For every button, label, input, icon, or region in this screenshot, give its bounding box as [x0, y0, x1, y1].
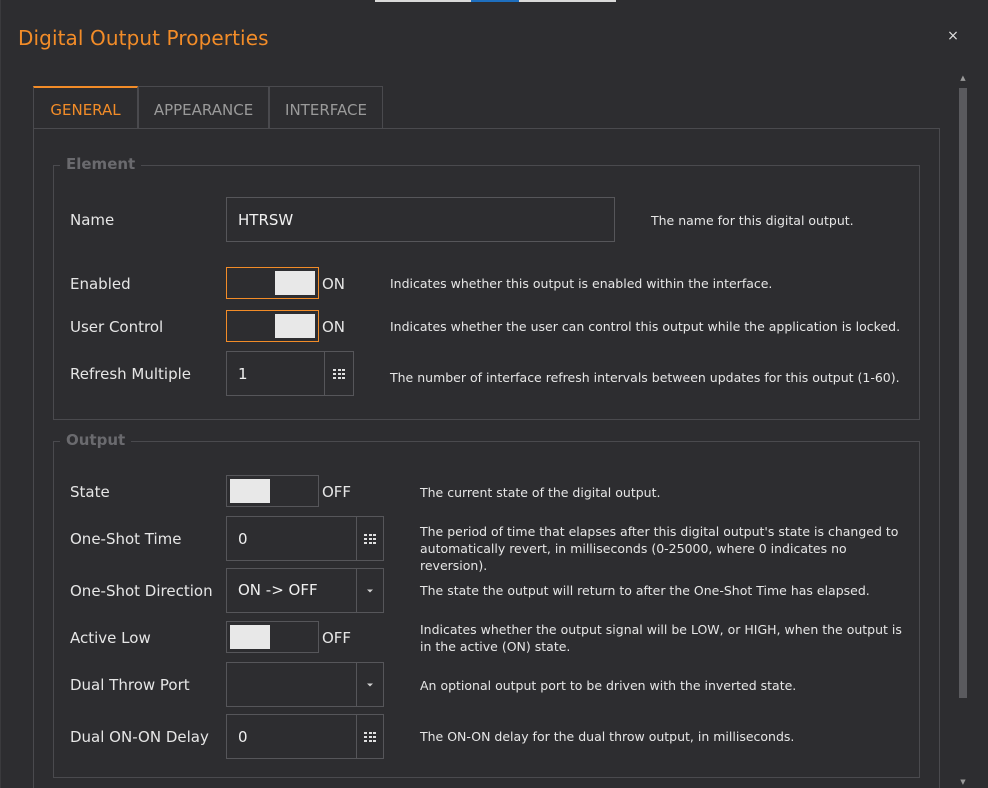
- name-input[interactable]: [226, 197, 615, 242]
- dual-on-on-delay-description: The ON-ON delay for the dual throw outpu…: [420, 729, 795, 744]
- scroll-up-arrow-icon[interactable]: ▲: [957, 72, 969, 84]
- close-icon[interactable]: ×: [944, 26, 962, 46]
- tab-general[interactable]: GENERAL: [33, 86, 138, 129]
- state-label: State: [70, 483, 110, 501]
- dual-throw-port-label: Dual Throw Port: [70, 676, 190, 694]
- refresh-multiple-description: The number of interface refresh interval…: [390, 370, 900, 385]
- user-control-label: User Control: [70, 318, 164, 336]
- dual-on-on-delay-keypad-button[interactable]: [356, 714, 384, 759]
- window-title: Digital Output Properties: [18, 26, 269, 50]
- dual-throw-port-description: An optional output port to be driven wit…: [420, 678, 797, 693]
- dual-throw-port-select[interactable]: [226, 662, 357, 707]
- active-low-label: Active Low: [70, 629, 151, 647]
- dual-on-on-delay-label: Dual ON-ON Delay: [70, 728, 209, 746]
- name-label: Name: [70, 211, 115, 229]
- tab-interface[interactable]: INTERFACE: [269, 86, 383, 129]
- refresh-multiple-input[interactable]: [226, 351, 325, 396]
- refresh-multiple-label: Refresh Multiple: [70, 365, 191, 383]
- enabled-description: Indicates whether this output is enabled…: [390, 276, 773, 291]
- name-description: The name for this digital output.: [651, 213, 854, 228]
- user-control-description: Indicates whether the user can control t…: [390, 319, 901, 334]
- dual-on-on-delay-input[interactable]: [226, 714, 357, 759]
- one-shot-time-description: The period of time that elapses after th…: [420, 524, 899, 573]
- state-description: The current state of the digital output.: [420, 485, 661, 500]
- active-low-toggle[interactable]: [226, 621, 319, 653]
- element-group-title: Element: [60, 155, 142, 173]
- one-shot-direction-select[interactable]: ON -> OFF: [226, 568, 357, 613]
- user-control-state-text: ON: [322, 318, 346, 336]
- properties-window: Digital Output Properties × ▲ ▼ GENERAL …: [0, 0, 988, 788]
- tab-appearance[interactable]: APPEARANCE: [138, 86, 269, 129]
- state-toggle[interactable]: [226, 475, 319, 507]
- scroll-down-arrow-icon[interactable]: ▼: [957, 776, 969, 788]
- user-control-toggle[interactable]: [226, 310, 319, 342]
- keypad-icon: [364, 533, 376, 544]
- state-toggle-knob: [230, 479, 270, 503]
- vertical-scrollbar[interactable]: ▲ ▼: [957, 72, 969, 788]
- scroll-thumb[interactable]: [959, 88, 967, 698]
- one-shot-direction-label: One-Shot Direction: [70, 582, 213, 600]
- output-group-title: Output: [60, 431, 132, 449]
- one-shot-direction-description: The state the output will return to afte…: [420, 583, 870, 598]
- tab-strip: GENERAL APPEARANCE INTERFACE: [33, 86, 383, 129]
- keypad-icon: [333, 368, 345, 379]
- window-top-strip: [375, 0, 616, 2]
- enabled-label: Enabled: [70, 275, 131, 293]
- dual-throw-port-dropdown-button[interactable]: [356, 662, 384, 707]
- one-shot-time-input[interactable]: [226, 516, 357, 561]
- enabled-toggle-knob: [275, 271, 315, 295]
- user-control-toggle-knob: [275, 314, 315, 338]
- one-shot-direction-dropdown-button[interactable]: [356, 568, 384, 613]
- chevron-down-icon: [367, 589, 373, 592]
- state-state-text: OFF: [322, 483, 352, 501]
- active-low-description: Indicates whether the output signal will…: [420, 622, 902, 654]
- active-low-toggle-knob: [230, 625, 270, 649]
- one-shot-time-keypad-button[interactable]: [356, 516, 384, 561]
- one-shot-time-label: One-Shot Time: [70, 530, 182, 548]
- window-top-strip-accent: [471, 0, 519, 2]
- active-low-state-text: OFF: [322, 629, 352, 647]
- enabled-state-text: ON: [322, 275, 346, 293]
- keypad-icon: [364, 731, 376, 742]
- chevron-down-icon: [367, 683, 373, 686]
- refresh-multiple-keypad-button[interactable]: [324, 351, 354, 396]
- enabled-toggle[interactable]: [226, 267, 319, 299]
